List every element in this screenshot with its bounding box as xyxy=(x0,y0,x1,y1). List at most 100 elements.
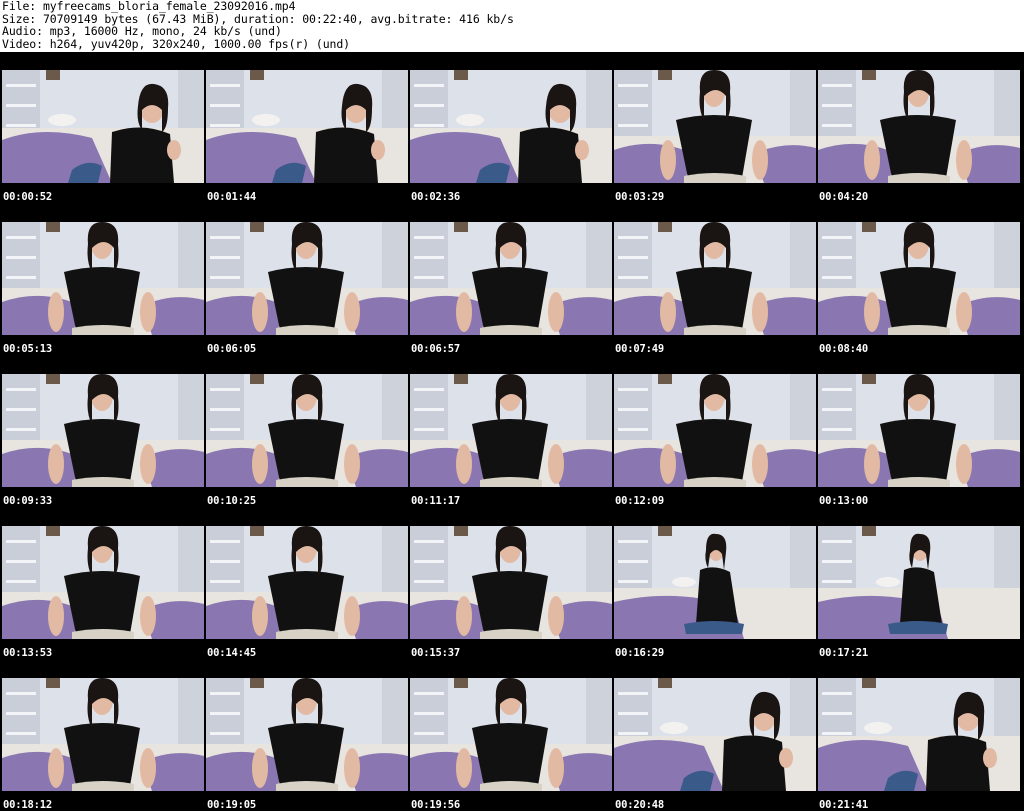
thumbnail-cell: 00:08:40 xyxy=(816,204,1020,356)
thumbnail-timestamp: 00:05:13 xyxy=(3,343,52,355)
video-frame-image xyxy=(2,222,204,335)
video-frame-image xyxy=(2,374,204,487)
thumbnail-image xyxy=(818,222,1020,335)
video-frame-image xyxy=(206,678,408,791)
video-frame-image xyxy=(818,678,1020,791)
video-frame-image xyxy=(410,678,612,791)
video-frame-image xyxy=(206,526,408,639)
thumbnail-image xyxy=(2,374,204,487)
thumbnail-timestamp: 00:14:45 xyxy=(207,647,256,659)
file-name-line: File: myfreecams_bloria_female_23092016.… xyxy=(2,0,296,13)
thumbnail-cell: 00:07:49 xyxy=(612,204,816,356)
thumbnail-cell: 00:12:09 xyxy=(612,356,816,508)
thumbnail-image xyxy=(206,526,408,639)
video-frame-image xyxy=(410,526,612,639)
thumbnail-image xyxy=(206,70,408,183)
thumbnail-cell: 00:18:12 xyxy=(0,660,204,812)
thumbnail-timestamp: 00:13:53 xyxy=(3,647,52,659)
thumbnail-timestamp: 00:12:09 xyxy=(615,495,664,507)
thumbnail-cell: 00:14:45 xyxy=(204,508,408,660)
thumbnail-timestamp: 00:19:05 xyxy=(207,799,256,811)
video-frame-image xyxy=(206,222,408,335)
thumbnail-cell: 00:09:33 xyxy=(0,356,204,508)
audio-info-line: Audio: mp3, 16000 Hz, mono, 24 kb/s (und… xyxy=(2,24,282,38)
thumbnail-image xyxy=(818,678,1020,791)
thumbnail-image xyxy=(614,678,816,791)
video-frame-image xyxy=(2,526,204,639)
thumbnail-timestamp: 00:06:57 xyxy=(411,343,460,355)
video-frame-image xyxy=(818,70,1020,183)
thumbnail-timestamp: 00:15:37 xyxy=(411,647,460,659)
thumbnail-image xyxy=(818,374,1020,487)
video-frame-image xyxy=(818,374,1020,487)
thumbnail-image xyxy=(410,526,612,639)
thumbnail-image xyxy=(2,222,204,335)
thumbnail-image xyxy=(818,70,1020,183)
video-frame-image xyxy=(818,222,1020,335)
thumbnail-timestamp: 00:08:40 xyxy=(819,343,868,355)
thumbnail-cell: 00:13:53 xyxy=(0,508,204,660)
file-info-header: File: myfreecams_bloria_female_23092016.… xyxy=(2,0,514,50)
thumbnail-timestamp: 00:03:29 xyxy=(615,191,664,203)
thumbnail-cell: 00:19:05 xyxy=(204,660,408,812)
video-frame-image xyxy=(2,70,204,183)
thumbnail-timestamp: 00:11:17 xyxy=(411,495,460,507)
thumbnail-cell: 00:16:29 xyxy=(612,508,816,660)
thumbnail-cell: 00:04:20 xyxy=(816,52,1020,204)
thumbnail-image xyxy=(614,222,816,335)
video-info-line: Video: h264, yuv420p, 320x240, 1000.00 f… xyxy=(2,36,351,51)
thumbnail-timestamp: 00:06:05 xyxy=(207,343,256,355)
thumbnail-cell: 00:10:25 xyxy=(204,356,408,508)
video-frame-image xyxy=(206,374,408,487)
thumbnail-cell: 00:19:56 xyxy=(408,660,612,812)
thumbnail-image xyxy=(614,374,816,487)
thumbnail-cell: 00:05:13 xyxy=(0,204,204,356)
thumbnail-image xyxy=(614,70,816,183)
thumbnail-timestamp: 00:18:12 xyxy=(3,799,52,811)
video-frame-image xyxy=(818,526,1020,639)
video-frame-image xyxy=(410,70,612,183)
thumbnail-cell: 00:20:48 xyxy=(612,660,816,812)
thumbnail-image xyxy=(410,70,612,183)
video-frame-image xyxy=(206,70,408,183)
thumbnail-cell: 00:13:00 xyxy=(816,356,1020,508)
thumbnail-image xyxy=(206,678,408,791)
thumbnail-timestamp: 00:21:41 xyxy=(819,799,868,811)
thumbnail-cell: 00:06:05 xyxy=(204,204,408,356)
thumbnail-timestamp: 00:04:20 xyxy=(819,191,868,203)
thumbnail-cell: 00:06:57 xyxy=(408,204,612,356)
thumbnail-image xyxy=(818,526,1020,639)
thumbnail-image xyxy=(410,678,612,791)
thumbnail-image xyxy=(614,526,816,639)
thumbnail-image xyxy=(2,70,204,183)
thumbnail-timestamp: 00:02:36 xyxy=(411,191,460,203)
thumbnail-grid: 00:00:52 00:01:44 00:02:36 00:03:29 00:04:20… xyxy=(0,52,1024,811)
thumbnail-timestamp: 00:17:21 xyxy=(819,647,868,659)
video-frame-image xyxy=(614,222,816,335)
thumbnail-cell: 00:11:17 xyxy=(408,356,612,508)
thumbnail-image xyxy=(2,526,204,639)
thumbnail-timestamp: 00:20:48 xyxy=(615,799,664,811)
thumbnail-timestamp: 00:19:56 xyxy=(411,799,460,811)
thumbnail-cell: 00:21:41 xyxy=(816,660,1020,812)
video-frame-image xyxy=(410,222,612,335)
thumbnail-cell: 00:00:52 xyxy=(0,52,204,204)
video-frame-image xyxy=(614,70,816,183)
thumbnail-image xyxy=(206,374,408,487)
thumbnail-cell: 00:15:37 xyxy=(408,508,612,660)
thumbnail-image xyxy=(206,222,408,335)
thumbnail-image xyxy=(410,374,612,487)
thumbnail-timestamp: 00:10:25 xyxy=(207,495,256,507)
thumbnail-timestamp: 00:07:49 xyxy=(615,343,664,355)
thumbnail-timestamp: 00:16:29 xyxy=(615,647,664,659)
thumbnail-cell: 00:03:29 xyxy=(612,52,816,204)
thumbnail-cell: 00:01:44 xyxy=(204,52,408,204)
thumbnail-cell: 00:17:21 xyxy=(816,508,1020,660)
thumbnail-timestamp: 00:00:52 xyxy=(3,191,52,203)
video-frame-image xyxy=(2,678,204,791)
thumbnail-image xyxy=(2,678,204,791)
thumbnail-timestamp: 00:01:44 xyxy=(207,191,256,203)
thumbnail-cell: 00:02:36 xyxy=(408,52,612,204)
thumbnail-image xyxy=(410,222,612,335)
thumbnail-timestamp: 00:09:33 xyxy=(3,495,52,507)
